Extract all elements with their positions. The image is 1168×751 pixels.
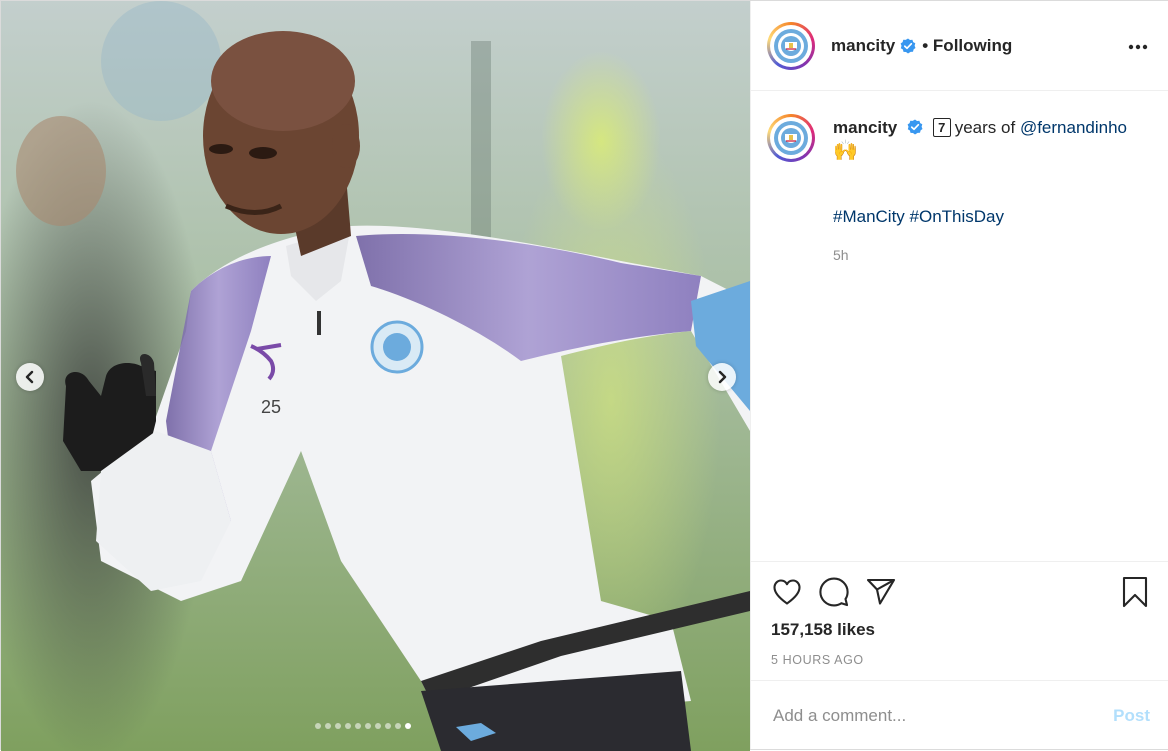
- club-crest-icon: [774, 121, 808, 155]
- like-button[interactable]: [771, 576, 803, 608]
- post-age: 5 HOURS AGO: [771, 653, 864, 667]
- post-photo: 25: [1, 1, 750, 751]
- post-actions: 157,158 likes 5 HOURS AGO: [751, 561, 1168, 681]
- avatar-image: [770, 24, 812, 67]
- carousel-indicator: [315, 723, 411, 729]
- verified-badge-icon: [900, 38, 916, 53]
- following-button[interactable]: • Following: [922, 36, 1012, 56]
- chevron-right-icon: [718, 370, 727, 384]
- bookmark-icon: [1122, 576, 1148, 608]
- caption-body: mancity 7 years of @fernandinho 🙌 #ManCit…: [833, 114, 1153, 269]
- post-comment-button[interactable]: Post: [1113, 706, 1150, 726]
- carousel-dot: [325, 723, 331, 729]
- comment-button[interactable]: [818, 576, 850, 608]
- carousel-dot: [315, 723, 321, 729]
- post-media[interactable]: 25: [1, 1, 750, 751]
- share-icon: [866, 578, 896, 605]
- post-header: mancity • Following: [751, 1, 1168, 91]
- caption-avatar[interactable]: [767, 114, 815, 162]
- caption-text: years of: [954, 118, 1016, 137]
- svg-text:25: 25: [261, 397, 281, 417]
- save-button[interactable]: [1119, 576, 1151, 608]
- keycap-seven: 7: [932, 118, 951, 137]
- club-crest-icon: [774, 28, 808, 63]
- next-slide-button[interactable]: [708, 363, 736, 391]
- raised-hands-emoji: 🙌: [833, 140, 858, 162]
- more-options-icon: [1128, 44, 1148, 50]
- carousel-dot: [385, 723, 391, 729]
- more-options-button[interactable]: [1128, 37, 1148, 55]
- heart-icon: [773, 579, 801, 605]
- mention-link[interactable]: @fernandinho: [1020, 118, 1127, 137]
- post-sidebar: mancity • Following mancity 7 years of @…: [750, 1, 1168, 749]
- share-button[interactable]: [865, 576, 897, 608]
- carousel-dot: [375, 723, 381, 729]
- chevron-left-icon: [25, 370, 34, 384]
- caption-avatar-image: [770, 117, 812, 159]
- carousel-dot: [355, 723, 361, 729]
- avatar[interactable]: [767, 21, 815, 70]
- hashtags[interactable]: #ManCity #OnThisDay: [833, 203, 1153, 230]
- account-info: mancity • Following: [831, 36, 1012, 56]
- carousel-dot: [405, 723, 411, 729]
- likes-count[interactable]: 157,158 likes: [771, 620, 875, 640]
- verified-badge-icon: [907, 119, 923, 135]
- comment-icon: [819, 577, 849, 607]
- carousel-dot: [335, 723, 341, 729]
- caption-time: 5h: [833, 247, 849, 263]
- previous-slide-button[interactable]: [16, 363, 44, 391]
- comment-input[interactable]: [771, 704, 1095, 727]
- username-link[interactable]: mancity: [831, 36, 895, 56]
- carousel-dot: [365, 723, 371, 729]
- carousel-dot: [345, 723, 351, 729]
- post-caption: mancity 7 years of @fernandinho 🙌 #ManCit…: [767, 114, 1157, 269]
- comment-form: Post: [751, 680, 1168, 750]
- carousel-dot: [395, 723, 401, 729]
- instagram-post: 25 mancity • Following mancity 7 years o…: [0, 0, 1168, 751]
- action-icons: [771, 576, 897, 608]
- caption-username[interactable]: mancity: [833, 118, 897, 137]
